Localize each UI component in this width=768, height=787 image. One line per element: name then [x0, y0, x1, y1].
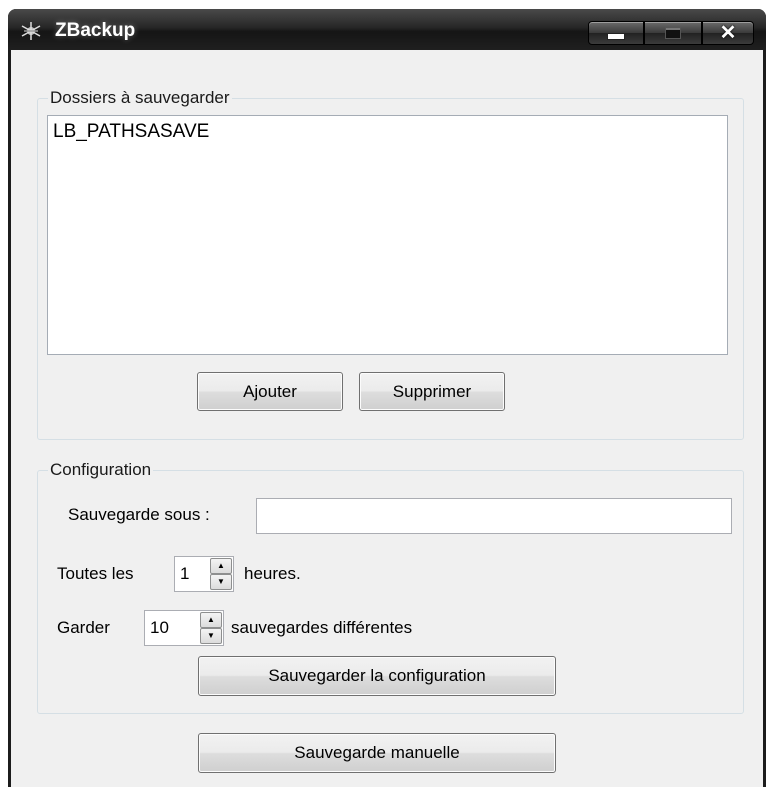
manual-backup-button[interactable]: Sauvegarde manuelle	[198, 733, 556, 773]
window-title: ZBackup	[55, 20, 136, 41]
keep-down-arrow-icon[interactable]: ▼	[200, 628, 222, 644]
keep-count-stepper[interactable]: 10 ▲ ▼	[144, 610, 224, 646]
maximize-button[interactable]	[644, 21, 702, 45]
save-under-label: Sauvegarde sous :	[68, 505, 210, 524]
close-icon: ✕	[719, 22, 737, 44]
app-icon	[20, 20, 42, 40]
maximize-icon	[665, 27, 681, 39]
title-bar[interactable]: ZBackup ✕	[8, 9, 766, 50]
app-window: ZBackup ✕ Dossiers à sauvegarder LB_PATH…	[8, 9, 766, 787]
keep-up-arrow-icon[interactable]: ▲	[200, 612, 222, 628]
configuration-group-legend: Configuration	[50, 460, 152, 479]
minimize-button[interactable]	[588, 21, 644, 45]
save-under-input[interactable]	[256, 498, 732, 534]
hours-stepper[interactable]: 1 ▲ ▼	[174, 556, 234, 592]
add-button[interactable]: Ajouter	[197, 372, 343, 411]
hours-label: heures.	[244, 564, 301, 583]
keep-label: Garder	[57, 618, 110, 637]
hours-up-arrow-icon[interactable]: ▲	[210, 558, 232, 574]
folders-group-legend: Dossiers à sauvegarder	[50, 88, 230, 107]
remove-button[interactable]: Supprimer	[359, 372, 505, 411]
save-configuration-button[interactable]: Sauvegarder la configuration	[198, 656, 556, 696]
minimize-icon	[607, 32, 625, 40]
client-area: Dossiers à sauvegarder LB_PATHSASAVE Ajo…	[11, 50, 763, 787]
hours-value[interactable]: 1	[180, 564, 189, 584]
list-item[interactable]: LB_PATHSASAVE	[53, 121, 209, 143]
every-label: Toutes les	[57, 564, 134, 583]
close-button[interactable]: ✕	[702, 21, 754, 45]
keep-count-value[interactable]: 10	[150, 618, 169, 638]
folders-listbox[interactable]: LB_PATHSASAVE	[47, 115, 728, 355]
hours-down-arrow-icon[interactable]: ▼	[210, 574, 232, 590]
backups-label: sauvegardes différentes	[231, 618, 413, 637]
